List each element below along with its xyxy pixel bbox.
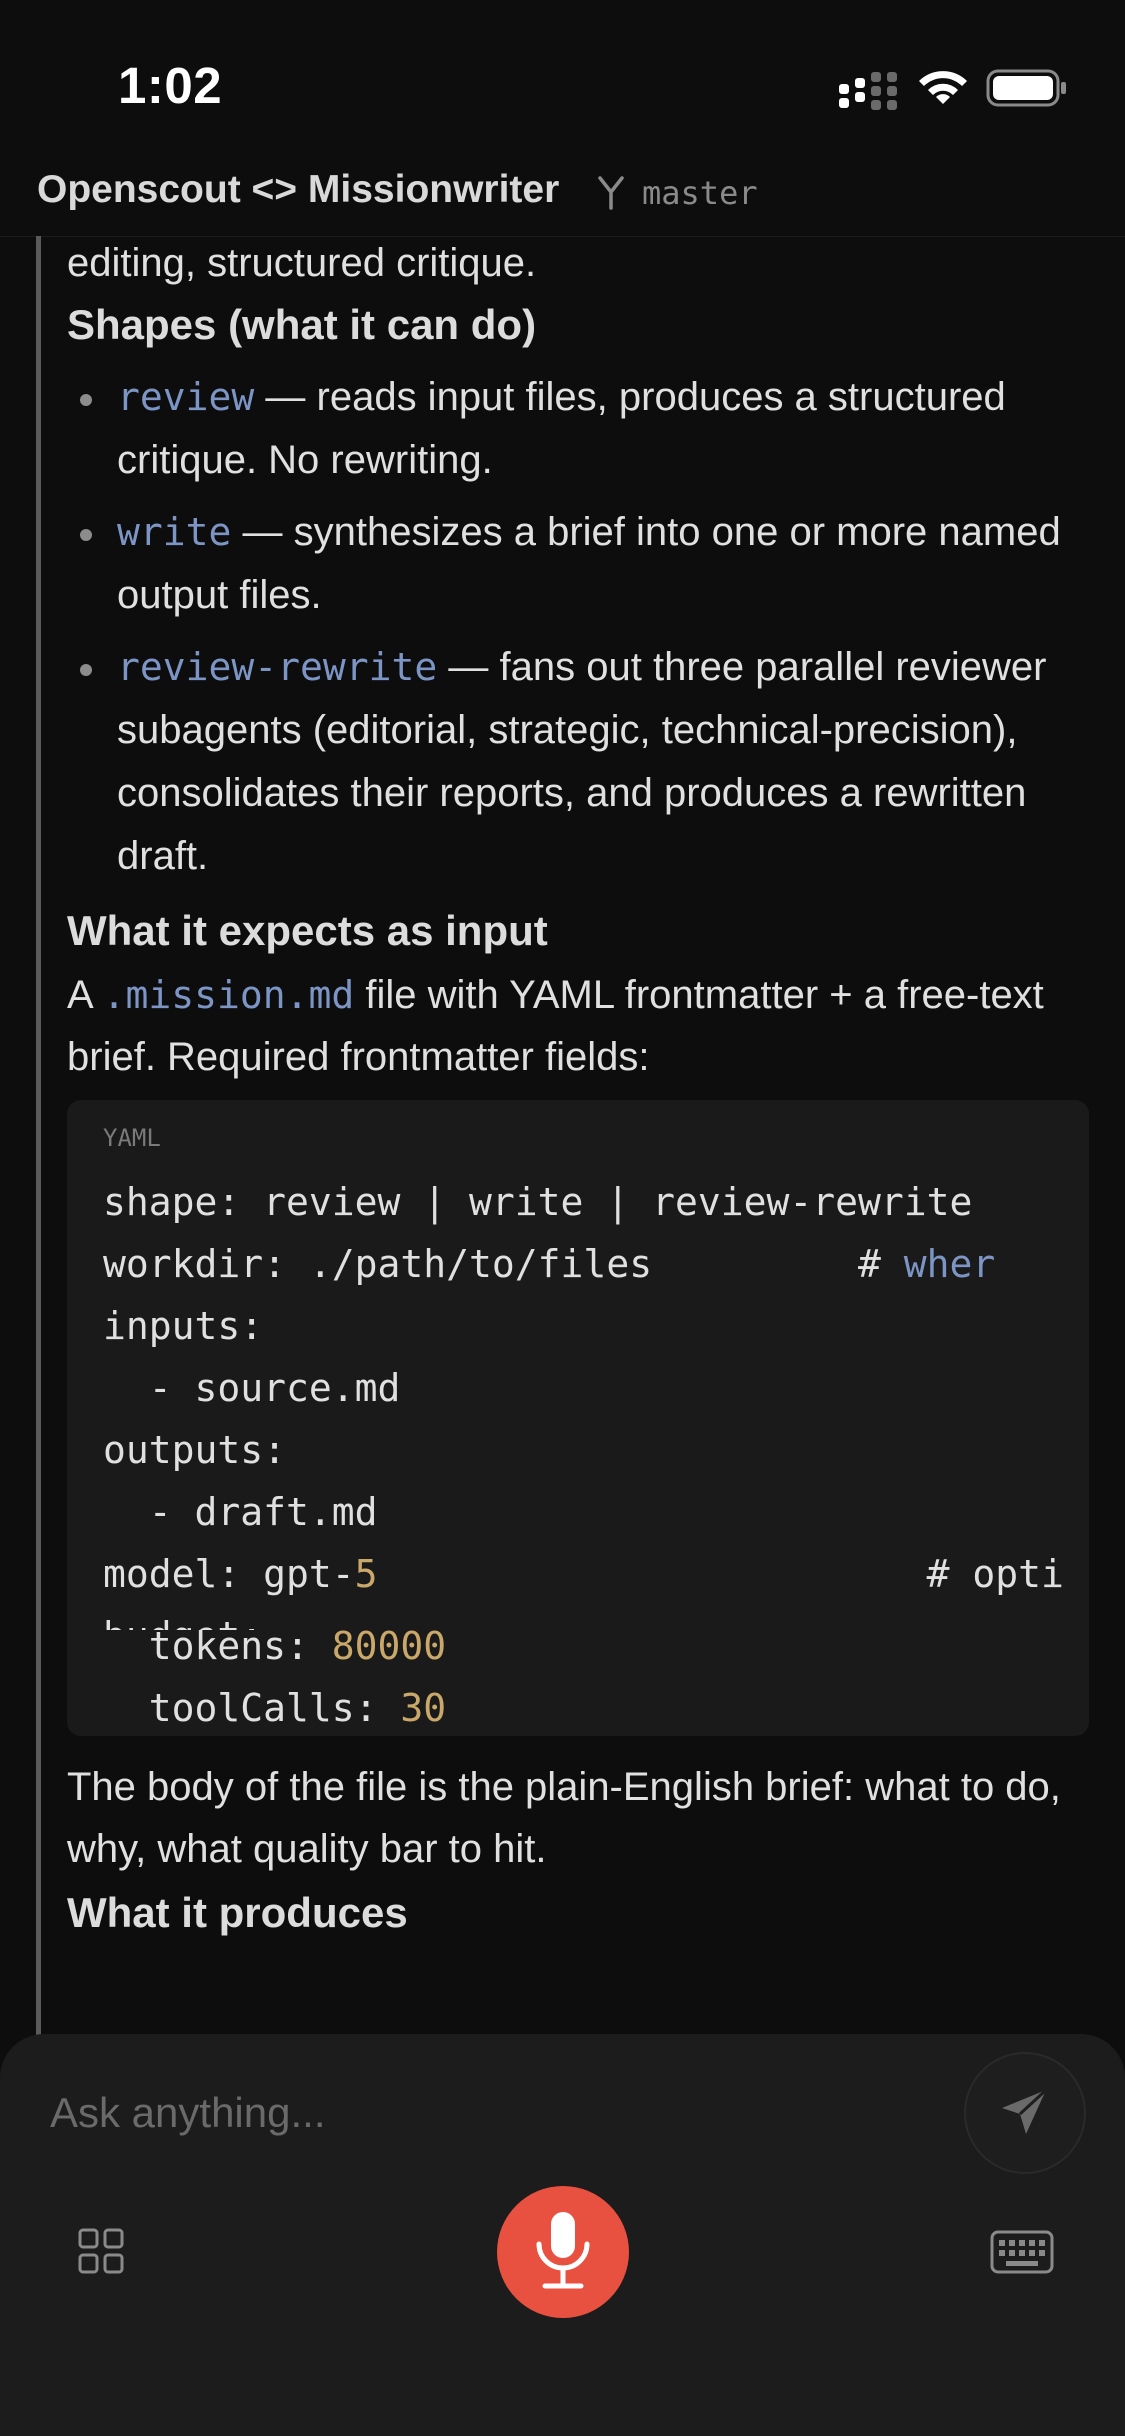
- wifi-icon: [919, 71, 967, 104]
- code-line: shape: review | write | review-rewrite: [103, 1180, 973, 1224]
- branch-name[interactable]: master: [642, 174, 758, 212]
- code-line: inputs:: [103, 1304, 264, 1348]
- input-heading: What it expects as input: [67, 907, 548, 954]
- inline-code: review: [117, 375, 255, 419]
- code-line: model: gpt-5 # opti: [103, 1552, 1064, 1596]
- code-line: outputs:: [103, 1428, 287, 1472]
- send-icon: [1002, 2088, 1048, 2134]
- code-block: YAML shape: review | write | review-rewr…: [67, 1100, 1089, 1648]
- code-line: - draft.md: [103, 1490, 378, 1534]
- code-line: - source.md: [103, 1366, 401, 1410]
- status-time: 1:02: [118, 57, 223, 114]
- send-button[interactable]: [964, 2052, 1086, 2174]
- branch-icon: [598, 176, 624, 210]
- grid-icon[interactable]: [78, 2228, 124, 2274]
- code-language-label: YAML: [103, 1124, 161, 1152]
- mic-button[interactable]: [497, 2186, 629, 2318]
- chat-header: Openscout <> Missionwriter master: [0, 150, 1125, 237]
- inline-code: review-rewrite: [117, 645, 438, 689]
- message-content: editing, structured critique. Shapes (wh…: [0, 236, 1125, 2036]
- quote-rail: [36, 236, 41, 2036]
- code-line: tokens: 80000: [103, 1630, 447, 1668]
- code-line: workdir: ./path/to/files # wher: [103, 1242, 996, 1286]
- input-paragraph: A .mission.md file with YAML frontmatter…: [67, 964, 1057, 1088]
- list-item: review-rewrite — fans out three parallel…: [117, 636, 1097, 888]
- project-title[interactable]: Openscout <> Missionwriter: [37, 168, 559, 212]
- composer: [0, 2034, 1125, 2436]
- input-text-pre: A: [67, 973, 103, 1017]
- list-item-text: — synthesizes a brief into one or more n…: [117, 510, 1061, 617]
- battery-icon: [986, 69, 1066, 107]
- ask-input[interactable]: [48, 2082, 932, 2144]
- status-bar: 1:02: [0, 0, 1125, 150]
- inline-code: write: [117, 510, 232, 554]
- body-paragraph: The body of the file is the plain-Englis…: [67, 1765, 1061, 1871]
- code-line: toolCalls: 30: [103, 1686, 447, 1730]
- shapes-heading: Shapes (what it can do): [67, 301, 537, 348]
- app-root: 1:02 Openscout <> Missionwriter master e…: [0, 0, 1125, 2436]
- bullet-dot: [80, 529, 92, 541]
- mic-icon: [536, 2212, 590, 2289]
- list-item: review — reads input files, produces a s…: [117, 366, 1097, 492]
- inline-code: .mission.md: [102, 973, 355, 1017]
- signal-icon: [837, 70, 901, 110]
- produces-heading: What it produces: [67, 1889, 408, 1936]
- bullet-dot: [80, 394, 92, 406]
- keyboard-icon[interactable]: [990, 2230, 1054, 2274]
- list-item: write — synthesizes a brief into one or …: [117, 501, 1097, 627]
- bullet-dot: [80, 664, 92, 676]
- code-block-tail: tokens: 80000 toolCalls: 30: [67, 1630, 1089, 1736]
- intro-tail: editing, structured critique.: [67, 241, 537, 285]
